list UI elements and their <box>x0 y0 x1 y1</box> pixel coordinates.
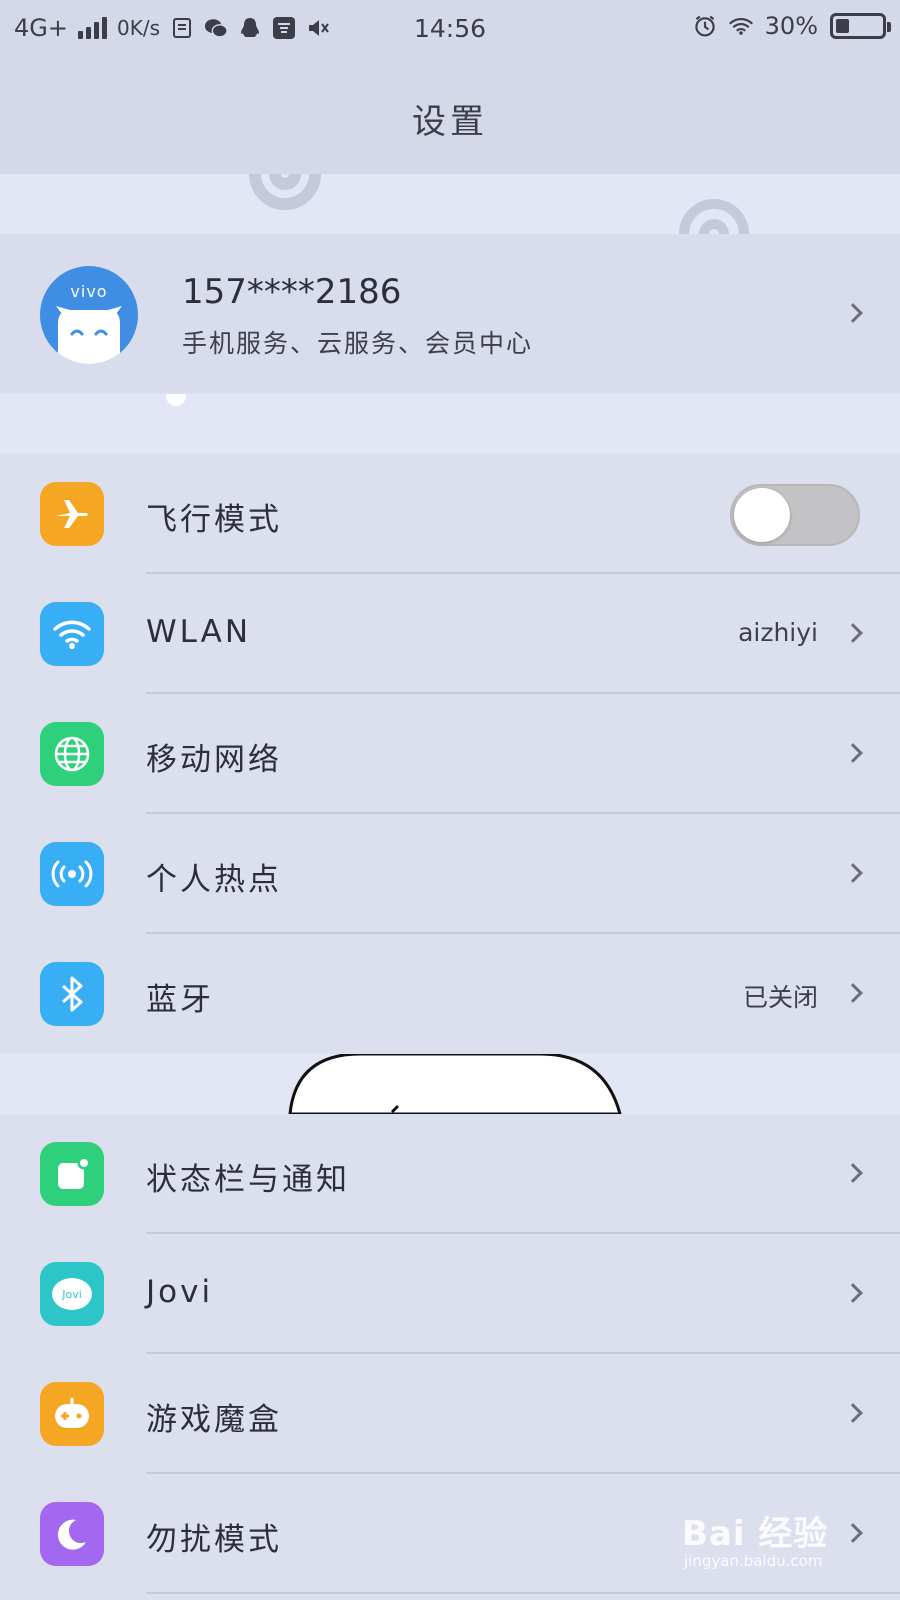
divider <box>146 1592 900 1594</box>
airplane-mode-toggle[interactable] <box>730 484 860 546</box>
watermark-main: Bai 经验 <box>682 1514 829 1554</box>
setting-bluetooth[interactable]: 蓝牙 已关闭 <box>0 934 900 1054</box>
setting-label: 状态栏与通知 <box>146 1162 350 1198</box>
title-bar: 设置 <box>0 62 900 174</box>
setting-game-box[interactable]: 游戏魔盒 <box>0 1354 900 1474</box>
setting-personal-hotspot[interactable]: 个人热点 <box>0 814 900 934</box>
setting-status-bar-notifications[interactable]: 状态栏与通知 <box>0 1114 900 1234</box>
chevron-right-icon <box>843 1403 863 1423</box>
account-phone: 157****2186 <box>182 272 402 312</box>
chevron-right-icon <box>843 1283 863 1303</box>
jovi-icon: Jovi <box>40 1262 104 1326</box>
setting-label: Jovi <box>146 1274 214 1310</box>
setting-label: WLAN <box>146 614 252 650</box>
chevron-right-icon <box>843 1163 863 1183</box>
status-bar: 4G+ 0K/s 14:56 30% <box>0 0 900 62</box>
globe-icon <box>40 722 104 786</box>
setting-mobile-network[interactable]: 移动网络 <box>0 694 900 814</box>
wifi-icon <box>40 602 104 666</box>
setting-label: 飞行模式 <box>146 502 282 538</box>
hotspot-icon <box>40 842 104 906</box>
settings-group-connectivity: 飞行模式 WLAN aizhiyi 移动网络 个人热点 蓝牙 已关闭 <box>0 454 900 1054</box>
page-title: 设置 <box>412 101 488 142</box>
chevron-right-icon <box>843 983 863 1003</box>
setting-label: 勿扰模式 <box>146 1522 282 1558</box>
setting-value: 已关闭 <box>742 983 818 1012</box>
account-card[interactable]: vivo 157****2186 手机服务、云服务、会员中心 <box>0 234 900 394</box>
chevron-right-icon <box>843 743 863 763</box>
setting-airplane-mode[interactable]: 飞行模式 <box>0 454 900 574</box>
setting-wlan[interactable]: WLAN aizhiyi <box>0 574 900 694</box>
wifi-icon <box>729 14 753 38</box>
jovi-icon-text: Jovi <box>62 1287 82 1301</box>
account-subtitle: 手机服务、云服务、会员中心 <box>182 329 534 358</box>
bluetooth-icon <box>40 962 104 1026</box>
setting-value: aizhiyi <box>738 618 818 647</box>
baidu-watermark: Bai 经验 jingyan.baidu.com <box>682 1506 852 1576</box>
setting-label: 移动网络 <box>146 742 282 778</box>
moon-icon <box>40 1502 104 1566</box>
setting-jovi[interactable]: Jovi Jovi <box>0 1234 900 1354</box>
airplane-icon <box>40 482 104 546</box>
chevron-right-icon <box>843 623 863 643</box>
battery-icon <box>830 13 891 39</box>
chevron-right-icon <box>843 303 863 323</box>
alarm-icon <box>693 14 717 38</box>
setting-label: 游戏魔盒 <box>146 1402 282 1438</box>
watermark-sub: jingyan.baidu.com <box>684 1552 823 1570</box>
decoration-band <box>0 174 900 234</box>
decoration-band <box>0 1054 900 1114</box>
setting-label: 蓝牙 <box>146 982 214 1018</box>
setting-label: 个人热点 <box>146 862 282 898</box>
decoration-band <box>0 394 900 454</box>
gamepad-icon <box>40 1382 104 1446</box>
avatar: vivo <box>40 266 138 364</box>
toggle-knob <box>734 488 790 542</box>
chevron-right-icon <box>843 863 863 883</box>
notification-icon <box>40 1142 104 1206</box>
battery-percent: 30% <box>764 12 818 40</box>
